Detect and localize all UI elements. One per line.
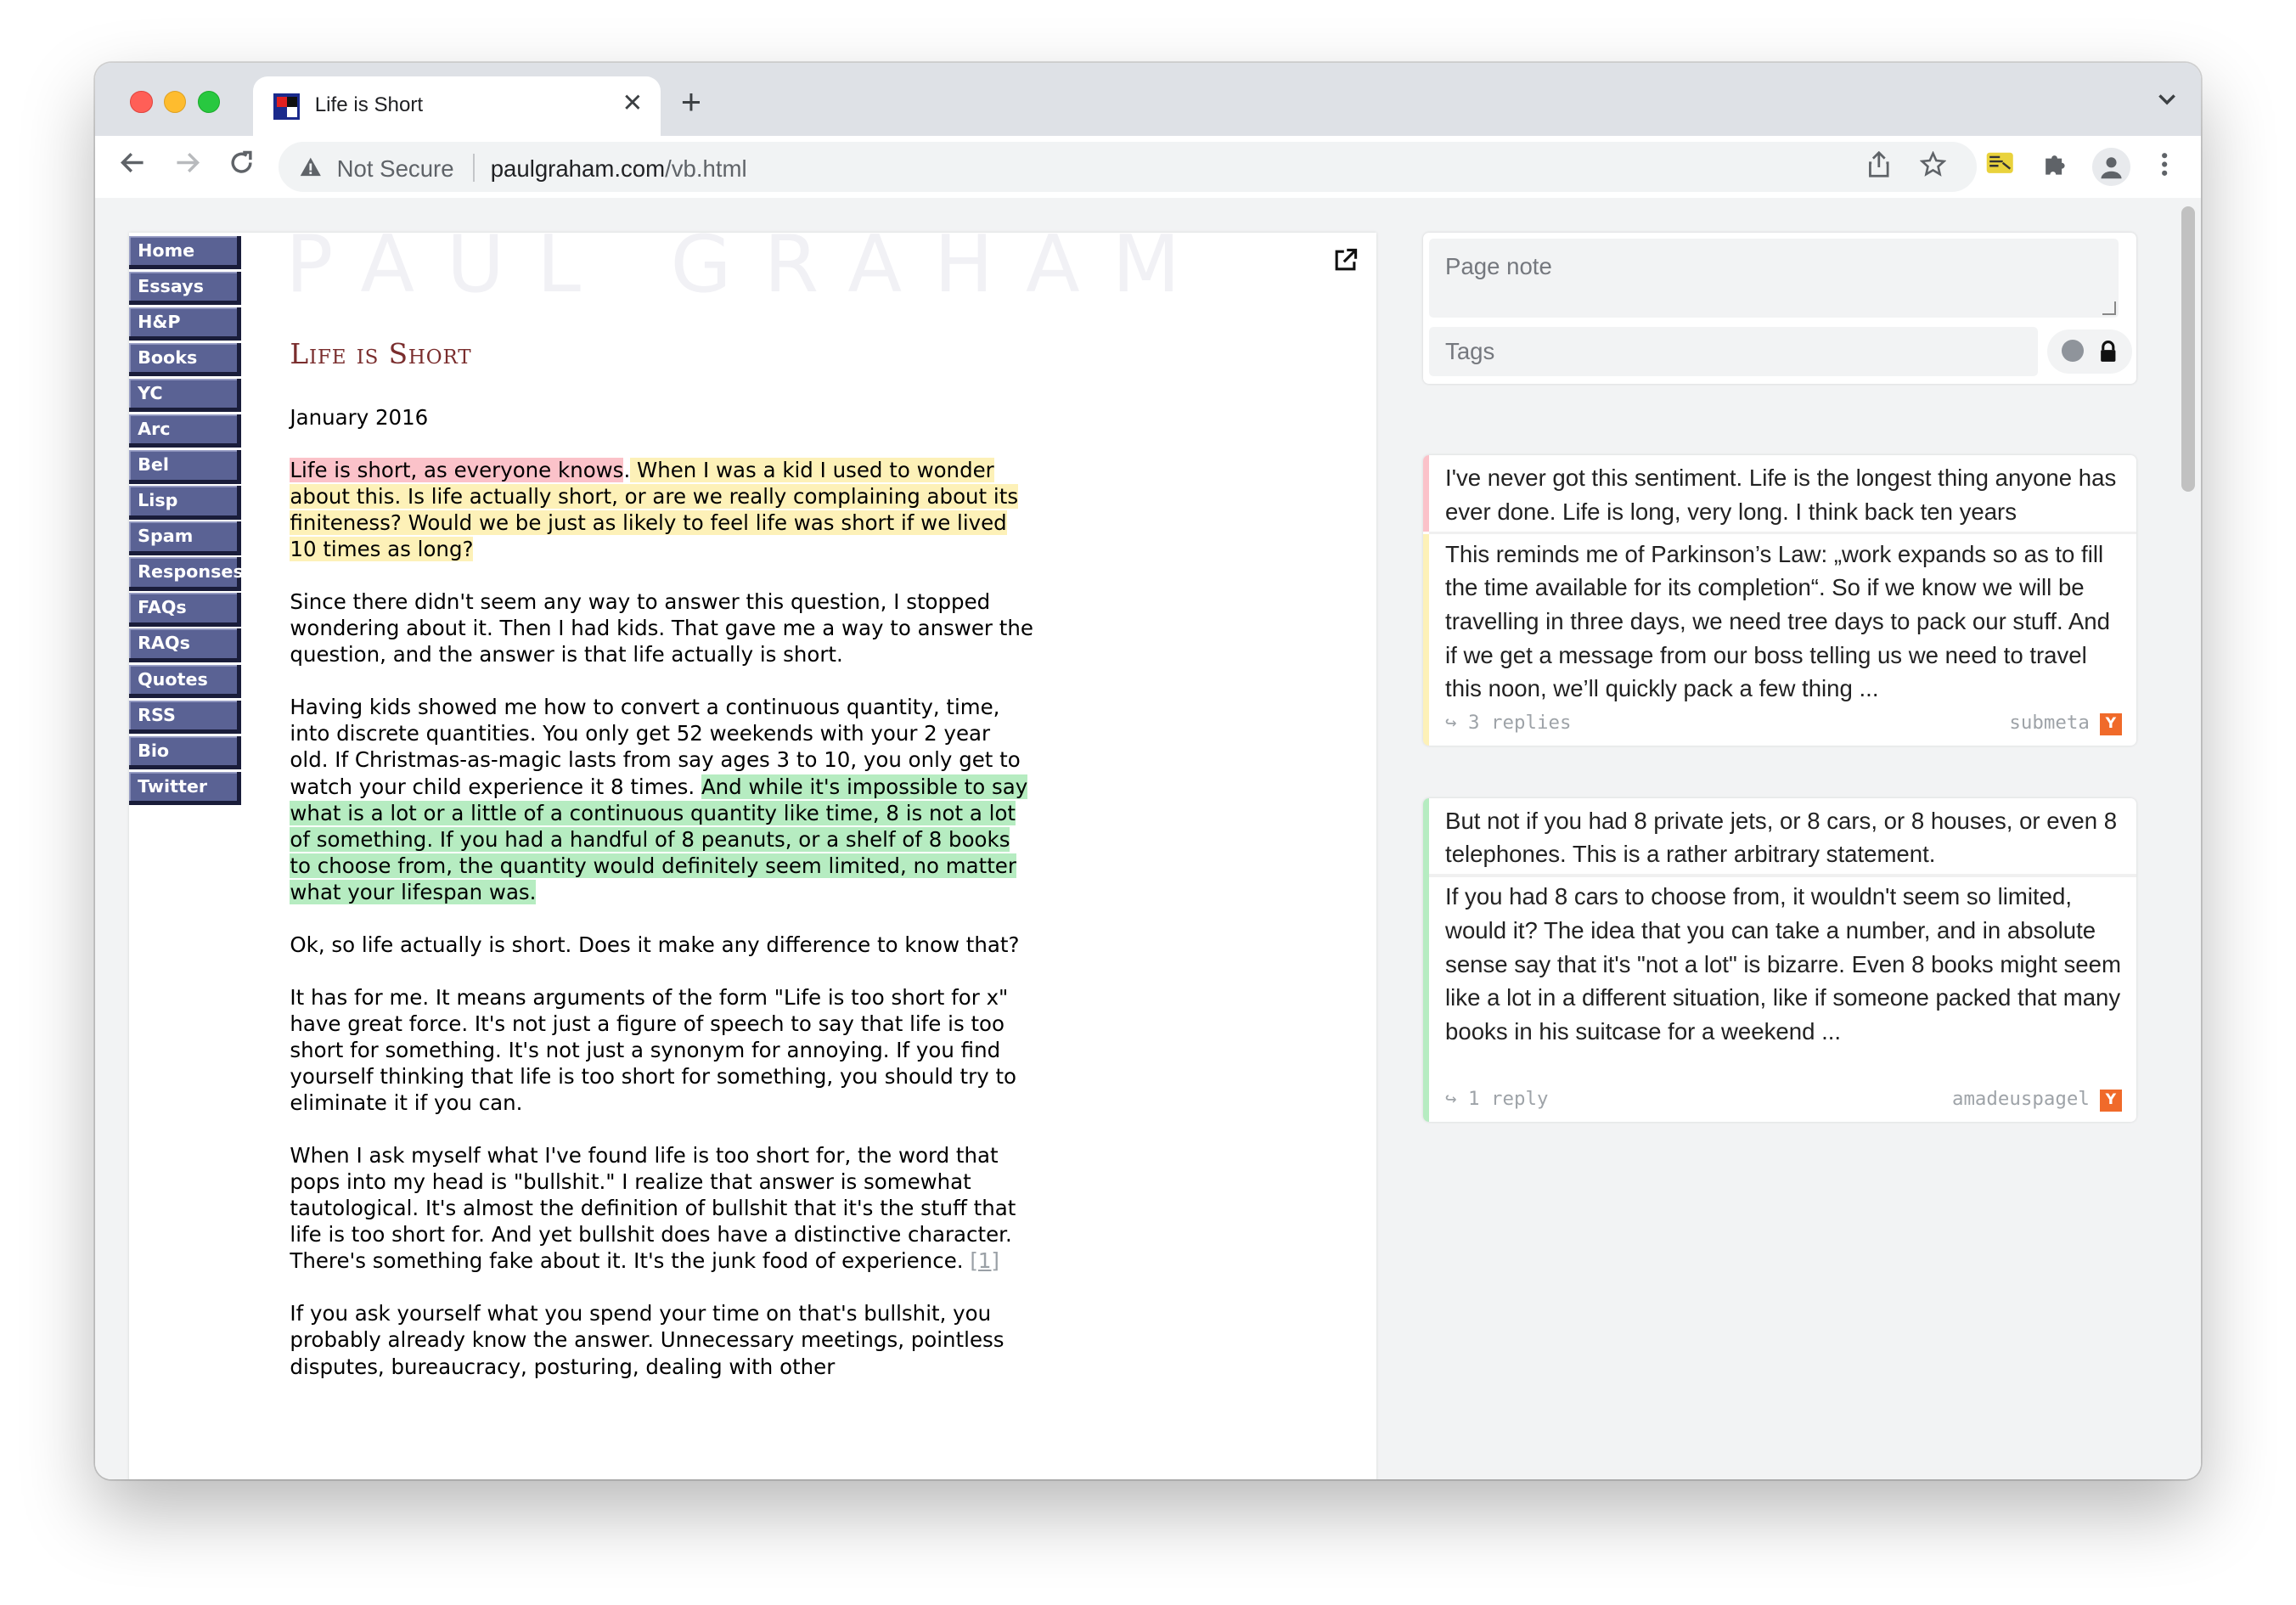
open-external-icon[interactable] (1332, 247, 1359, 273)
nav-item-h-p[interactable]: H&P (128, 307, 242, 341)
nav-item-yc[interactable]: YC (128, 378, 242, 413)
kebab-menu-icon[interactable] (2148, 151, 2181, 183)
replies-link[interactable]: ↪ 3 replies (1445, 712, 1571, 734)
arrow-right-icon (177, 153, 200, 173)
extensions-puzzle-icon[interactable] (2038, 151, 2070, 183)
annotation-sidebar: Page note Tags I've never got this senti… (1423, 233, 2137, 1479)
site-logo: PAUL GRAHAM (285, 218, 1213, 311)
browser-toolbar: Not Secure paulgraham.com/vb.html (95, 136, 2201, 199)
paragraph-4: Ok, so life actually is short. Does it m… (290, 932, 1020, 957)
arrow-left-icon (121, 153, 144, 173)
nav-item-spam[interactable]: Spam (128, 521, 242, 555)
replies-link[interactable]: ↪ 1 reply (1445, 1088, 1548, 1110)
username-link[interactable]: amadeuspagel (1952, 1088, 2090, 1110)
url-text[interactable]: paulgraham.com/vb.html (491, 155, 747, 183)
replies-count: 1 reply (1468, 1088, 1549, 1111)
paragraph-5: It has for me. It means arguments of the… (290, 984, 1017, 1116)
annotation-comment: If you had 8 cars to choose from, it wou… (1445, 883, 2121, 1045)
nav-item-home[interactable]: Home (128, 235, 242, 270)
annotation-quote: I've never got this sentiment. Life is t… (1445, 465, 2117, 525)
highlight-color-bar (1423, 455, 1430, 532)
highlight-red[interactable]: Life is short, as everyone knows (290, 458, 624, 482)
url-path: /vb.html (665, 155, 747, 182)
replies-count: 3 replies (1468, 712, 1572, 735)
page-note-box: Page note Tags (1423, 233, 2137, 384)
privacy-toggle[interactable] (2046, 329, 2132, 374)
page-note-field[interactable]: Page note (1429, 239, 2119, 318)
paragraph-6: When I ask myself what I've found life i… (290, 1142, 1033, 1274)
omnibox-divider (472, 154, 475, 182)
url-host: paulgraham.com (490, 155, 666, 182)
site-favicon-icon (273, 93, 301, 121)
nav-item-rss[interactable]: RSS (128, 700, 242, 735)
back-button[interactable] (113, 146, 154, 187)
username-link[interactable]: submeta (2009, 712, 2089, 734)
warning-icon (300, 157, 321, 176)
hypothesis-extension-icon[interactable] (1984, 151, 2017, 183)
annotation-card[interactable]: But not if you had 8 private jets, or 8 … (1423, 797, 2137, 1122)
paragraph-2: Since there didn't seem any way to answe… (290, 589, 1033, 667)
reply-arrow-icon: ↪ (1445, 1088, 1457, 1111)
essay-body: January 2016 Life is short, as everyone … (290, 404, 1033, 1406)
tags-field[interactable]: Tags (1429, 326, 2039, 377)
tags-placeholder: Tags (1445, 338, 1495, 365)
minimize-window-button[interactable] (164, 90, 187, 114)
scrollbar[interactable] (2175, 197, 2201, 1479)
resize-grip-icon[interactable] (2102, 301, 2116, 315)
nav-item-arc[interactable]: Arc (128, 414, 242, 448)
security-status[interactable]: Not Secure (337, 155, 454, 183)
browser-window: Life is Short ✕ + Not Secure paulgraham.… (95, 63, 2201, 1479)
paragraph-6-text: When I ask myself what I've found life i… (290, 1143, 1016, 1274)
tab-strip: Life is Short ✕ + (95, 63, 2201, 137)
annotation-comment: This reminds me of Parkinson’s Law: „wor… (1445, 540, 2110, 702)
annotation-card[interactable]: I've never got this sentiment. Life is t… (1423, 455, 2137, 746)
paragraph-7: If you ask yourself what you spend your … (290, 1301, 1004, 1379)
zoom-window-button[interactable] (197, 90, 220, 114)
lock-icon[interactable] (2096, 340, 2120, 363)
highlight-color-bar (1423, 797, 1430, 1122)
page-note-placeholder: Page note (1445, 253, 1552, 280)
reload-icon (231, 151, 252, 174)
tab-search-icon[interactable] (2157, 93, 2177, 113)
nav-item-twitter[interactable]: Twitter (128, 771, 242, 806)
address-bar[interactable]: Not Secure paulgraham.com/vb.html (278, 142, 1978, 192)
tab-title: Life is Short (314, 93, 424, 117)
nav-item-responses[interactable]: Responses (128, 557, 244, 591)
nav-item-essays[interactable]: Essays (128, 271, 242, 306)
close-tab-icon[interactable]: ✕ (622, 89, 643, 118)
public-dot-icon[interactable] (2062, 340, 2084, 362)
nav-item-lisp[interactable]: Lisp (128, 486, 242, 520)
profile-avatar-icon[interactable] (2092, 148, 2131, 186)
close-window-button[interactable] (130, 90, 153, 114)
paragraph-1: Life is short, as everyone knows. When I… (290, 457, 1033, 562)
essay-date: January 2016 (290, 404, 429, 430)
bookmark-star-icon[interactable] (1916, 150, 1949, 183)
tab-life-is-short[interactable]: Life is Short ✕ (253, 76, 661, 137)
reply-arrow-icon: ↪ (1445, 712, 1457, 735)
scrollbar-thumb[interactable] (2181, 206, 2195, 493)
card-divider (1429, 531, 2137, 535)
annotation-quote: But not if you had 8 private jets, or 8 … (1445, 807, 2118, 868)
page-viewport: Home Essays H&P Books YC Arc Bel Lisp Spam Respon… (95, 197, 2201, 1479)
ycombinator-badge-icon: Y (2099, 1089, 2122, 1112)
ycombinator-badge-icon: Y (2099, 712, 2122, 735)
comment-color-bar (1423, 534, 1430, 746)
share-icon[interactable] (1863, 150, 1895, 183)
nav-item-bio[interactable]: Bio (128, 735, 242, 770)
site-nav: Home Essays H&P Books YC Arc Bel Lisp Spam Respon… (128, 233, 244, 1479)
nav-item-bel[interactable]: Bel (128, 450, 242, 484)
nav-item-faqs[interactable]: FAQs (128, 593, 242, 627)
reload-button[interactable] (221, 146, 262, 187)
nav-item-books[interactable]: Books (128, 342, 242, 377)
new-tab-button[interactable]: + (681, 84, 701, 120)
essay-title: Life is Short (290, 338, 472, 371)
paragraph-3: Having kids showed me how to convert a c… (290, 694, 1033, 904)
nav-item-quotes[interactable]: Quotes (128, 664, 242, 699)
footnote-link[interactable]: [1] (970, 1248, 999, 1273)
forward-button[interactable] (167, 146, 208, 187)
card-divider (1429, 874, 2137, 877)
nav-item-raqs[interactable]: RAQs (128, 628, 242, 662)
article-frame: Home Essays H&P Books YC Arc Bel Lisp Spam Respon… (128, 218, 1376, 1479)
